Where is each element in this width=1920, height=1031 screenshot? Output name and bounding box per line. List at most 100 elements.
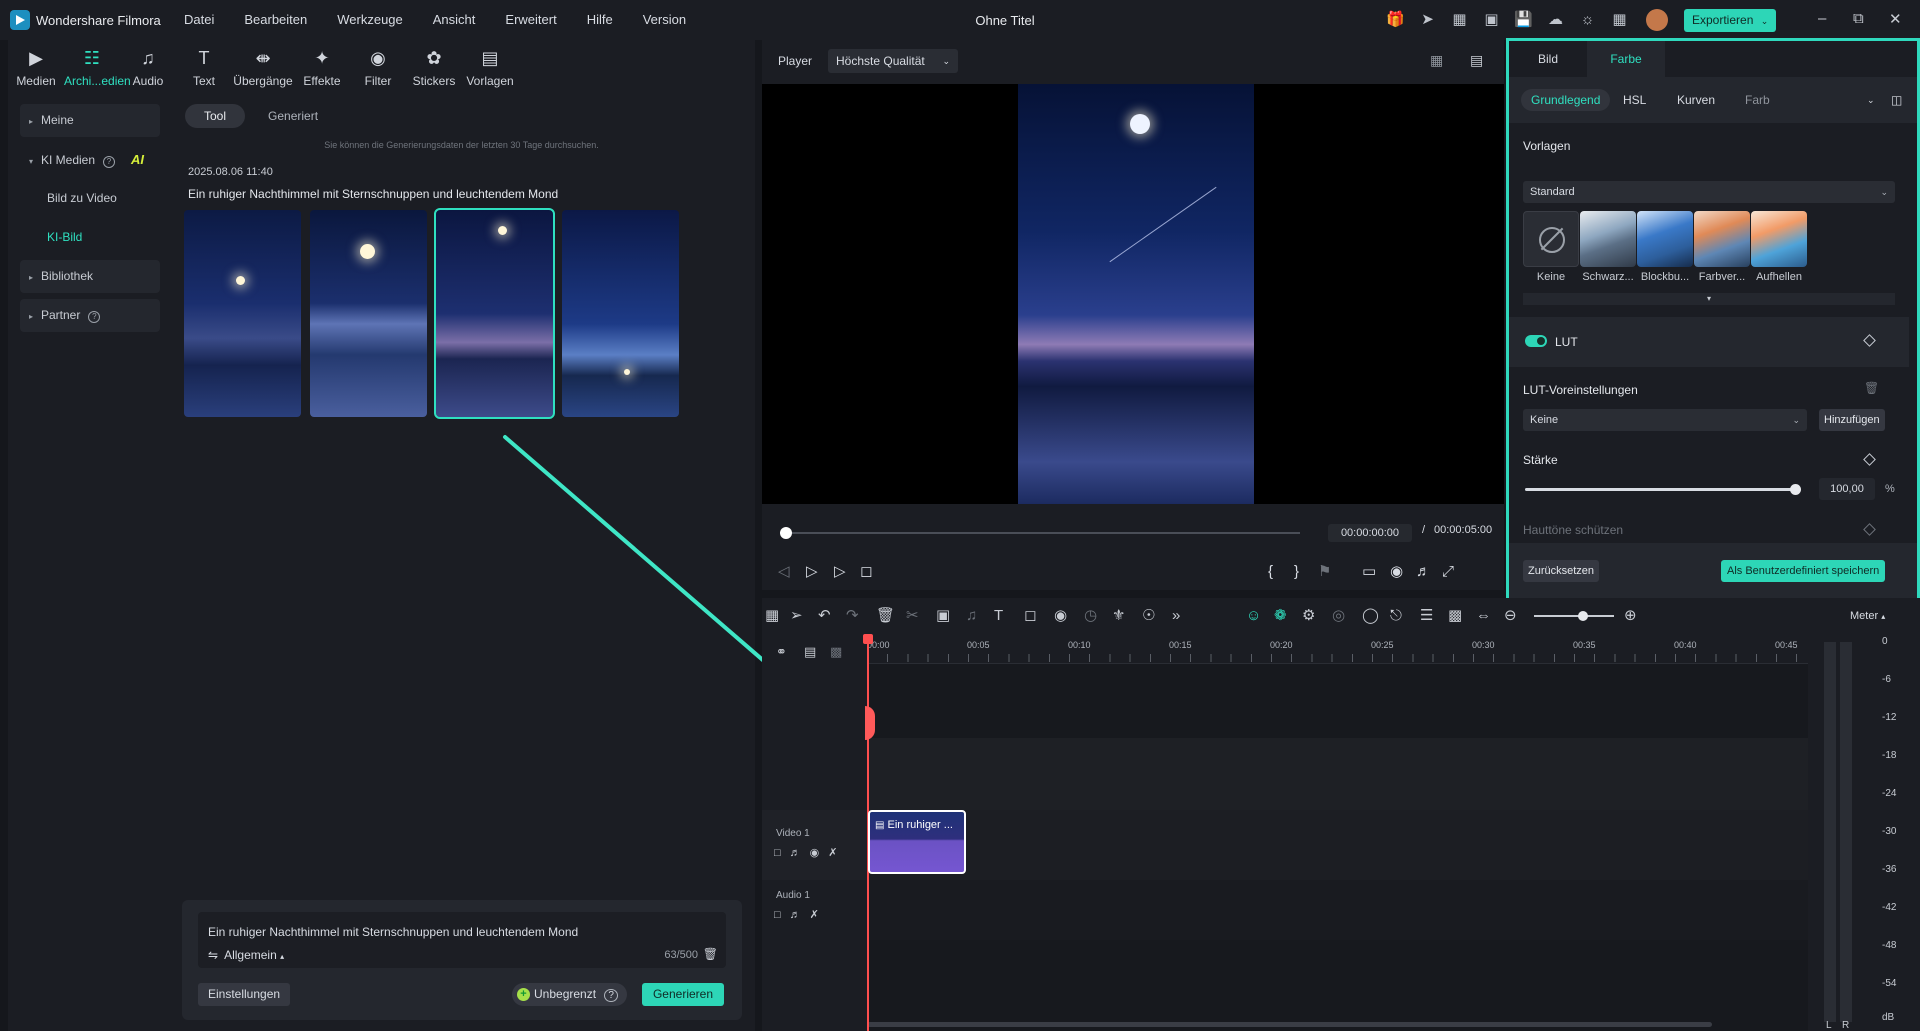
timeline-clip[interactable]: ▤ Ein ruhiger ...: [868, 810, 966, 874]
unlimited-label: Unbegrenzt: [534, 987, 597, 1001]
lock-icon[interactable]: □: [774, 847, 781, 859]
preset-farbverlauf[interactable]: Farbver...: [1694, 211, 1750, 283]
crop-icon[interactable]: ▣: [936, 606, 950, 626]
lock-icon[interactable]: □: [774, 909, 781, 921]
zoom-slider-knob[interactable]: [1578, 611, 1588, 621]
audio-mix-icon[interactable]: ☰: [1420, 606, 1433, 626]
prompt-input[interactable]: Ein ruhiger Nachthimmel mit Sternschnupp…: [198, 912, 726, 968]
display-icon[interactable]: ▭: [1362, 560, 1376, 584]
zoom-slider[interactable]: [1534, 611, 1614, 621]
prev-frame-icon[interactable]: ◁: [778, 560, 790, 584]
tab-kurven[interactable]: Kurven: [1677, 89, 1715, 111]
mute-icon[interactable]: ♬: [790, 847, 801, 859]
strength-value-input[interactable]: 100,00: [1819, 478, 1875, 500]
eye-icon[interactable]: ◉: [810, 847, 820, 859]
step-play-icon[interactable]: ▷: [806, 560, 818, 584]
strength-slider[interactable]: [1525, 484, 1801, 495]
play-icon[interactable]: ▷: [834, 560, 846, 584]
more-icon[interactable]: »: [1172, 606, 1180, 626]
snapshot-view-icon[interactable]: ▤: [1470, 52, 1483, 69]
track-manager-icon[interactable]: ▩: [830, 644, 842, 660]
reset-button[interactable]: Zurücksetzen: [1523, 560, 1600, 582]
shield-icon[interactable]: ◯: [1362, 606, 1379, 626]
video-track-lane[interactable]: [867, 810, 1808, 880]
meter-scale-label: dB: [1882, 1012, 1895, 1023]
playhead-tab[interactable]: [865, 706, 875, 740]
timeline-ruler[interactable]: 00:00 00:05 00:10 00:15 00:20 00:25 00:3…: [867, 634, 1808, 664]
settings-button[interactable]: Einstellungen: [198, 983, 291, 1006]
hide-effects-icon[interactable]: ✗: [810, 909, 819, 921]
hide-effects-icon[interactable]: ✗: [828, 847, 837, 859]
delete-icon[interactable]: 🗑: [876, 606, 895, 626]
select-tool-icon[interactable]: ➢: [790, 606, 803, 626]
expand-presets-button[interactable]: ▾: [1523, 293, 1895, 305]
volume-icon[interactable]: ♬: [1416, 560, 1431, 584]
snap-icon[interactable]: ❁: [1274, 606, 1287, 626]
render-icon[interactable]: ⚙: [1302, 606, 1315, 626]
templates-dropdown[interactable]: Standard ⌄: [1523, 181, 1895, 203]
stop-icon[interactable]: ◻: [860, 560, 872, 584]
speed-icon[interactable]: ◷: [1084, 606, 1097, 626]
undo-icon[interactable]: ↶: [818, 606, 831, 626]
text-tool-icon[interactable]: T: [994, 606, 1003, 626]
mode-select[interactable]: ⇋ Allgemein ▴: [208, 948, 284, 962]
mark-in-icon[interactable]: {: [1268, 560, 1273, 584]
color-icon[interactable]: ⚜: [1112, 606, 1125, 626]
unlimited-badge[interactable]: + Unbegrenzt ?: [512, 983, 627, 1006]
timeline-area[interactable]: [867, 664, 1808, 1031]
quality-dropdown[interactable]: Höchste Qualität ⌄: [828, 49, 958, 73]
generate-button[interactable]: Generieren: [642, 983, 724, 1006]
ai-tools-icon[interactable]: ☉: [1142, 606, 1155, 626]
preset-aufhellen[interactable]: Aufhellen: [1751, 211, 1807, 283]
grid-view-icon[interactable]: ▦: [1430, 52, 1443, 69]
lut-dropdown[interactable]: Keine ⌄: [1523, 409, 1807, 431]
preset-none[interactable]: Keine: [1523, 211, 1579, 283]
trash-icon[interactable]: 🗑: [703, 947, 718, 961]
audio-track-lane[interactable]: [867, 880, 1808, 940]
mask-icon[interactable]: ◉: [1054, 606, 1067, 626]
lut-toggle[interactable]: [1525, 335, 1547, 347]
link-icon[interactable]: ⚭: [776, 644, 787, 660]
camera-icon[interactable]: ◉: [1390, 560, 1403, 584]
zoom-in-icon[interactable]: ⊕: [1624, 606, 1637, 626]
fullscreen-icon[interactable]: ⤢: [1442, 560, 1454, 584]
timeline-scrollbar[interactable]: [867, 1022, 1712, 1027]
redo-icon[interactable]: ↷: [846, 606, 859, 626]
pip-icon[interactable]: ▩: [1448, 606, 1462, 626]
ai-face-icon[interactable]: ☺: [1246, 606, 1261, 626]
tab-farb[interactable]: Farb: [1745, 89, 1770, 111]
tab-bild[interactable]: Bild: [1509, 41, 1587, 77]
trash-icon[interactable]: 🗑: [1864, 381, 1879, 395]
chevron-down-icon[interactable]: ⌄: [1867, 89, 1875, 111]
mark-out-icon[interactable]: }: [1294, 560, 1299, 584]
mute-icon[interactable]: ♬: [790, 909, 801, 921]
marker-icon[interactable]: ⚑: [1318, 560, 1331, 584]
zoom-out-icon[interactable]: ⊖: [1504, 606, 1517, 626]
layout-grid-icon[interactable]: ▦: [765, 606, 779, 626]
audio-edit-icon[interactable]: ♫: [966, 606, 977, 626]
scrubber-knob[interactable]: [780, 527, 792, 539]
keyframe-diamond-icon[interactable]: [1863, 523, 1876, 536]
player-viewport[interactable]: [762, 84, 1504, 504]
add-track-icon[interactable]: ▤: [804, 644, 816, 660]
record-icon[interactable]: ◎: [1332, 606, 1345, 626]
playhead-handle[interactable]: [863, 634, 873, 644]
keyframe-diamond-icon[interactable]: [1863, 334, 1876, 347]
auto-fit-icon[interactable]: ⇔: [1476, 606, 1491, 626]
preset-schwarz[interactable]: Schwarz...: [1580, 211, 1636, 283]
tab-hsl[interactable]: HSL: [1623, 89, 1646, 111]
shape-icon[interactable]: ◻: [1024, 606, 1036, 626]
keyframe-diamond-icon[interactable]: [1863, 453, 1876, 466]
tab-farbe[interactable]: Farbe: [1587, 41, 1665, 77]
microphone-icon[interactable]: ⎋: [1390, 606, 1402, 626]
meter-dropdown[interactable]: Meter ▴: [1850, 610, 1885, 622]
tab-grundlegend[interactable]: Grundlegend: [1521, 89, 1611, 111]
add-lut-button[interactable]: Hinzufügen: [1819, 409, 1885, 431]
slider-knob[interactable]: [1790, 484, 1801, 495]
cut-icon[interactable]: ✂: [906, 606, 919, 626]
meter-scale-label: 0: [1882, 636, 1888, 647]
preset-blockbuster[interactable]: Blockbu...: [1637, 211, 1693, 283]
playback-scrubber[interactable]: [780, 527, 1300, 539]
save-custom-button[interactable]: Als Benutzerdefiniert speichern: [1721, 560, 1886, 582]
split-view-icon[interactable]: ◫: [1891, 89, 1902, 111]
